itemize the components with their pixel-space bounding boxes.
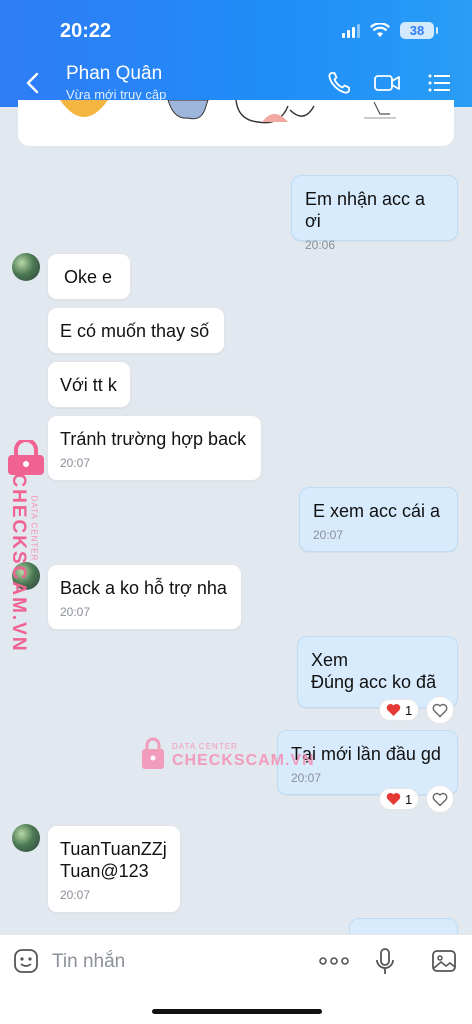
avatar[interactable] — [12, 253, 40, 281]
message-text: TuanTuanZZj Tuan@123 — [60, 839, 167, 881]
status-icons: 38 — [342, 22, 438, 39]
avatar[interactable] — [12, 824, 40, 852]
message-input[interactable]: Tin nhắn — [52, 951, 125, 973]
sticker-icon[interactable] — [12, 947, 40, 975]
battery-indicator: 38 — [400, 22, 438, 39]
message-text: Xem Đúng acc ko đã — [311, 650, 437, 692]
watermark-center: DATA CENTER CHECKSCAM.VN — [140, 736, 314, 772]
watermark-brand: CHECKSCAM.VN — [172, 752, 315, 769]
status-time: 20:22 — [60, 20, 112, 42]
message-time: 20:07 — [60, 888, 91, 902]
message-time: 20:06 — [305, 238, 336, 252]
phone-icon[interactable] — [324, 68, 354, 98]
sticker-preview-card[interactable] — [18, 100, 454, 146]
message-bubble-incoming[interactable]: E có muốn thay số — [47, 307, 225, 354]
wifi-icon — [370, 23, 390, 37]
reaction-badge[interactable]: 1 — [379, 788, 420, 810]
microphone-icon[interactable] — [374, 947, 396, 977]
more-icon[interactable] — [318, 955, 350, 967]
reaction-count: 1 — [405, 791, 413, 807]
message-time: 20:07 — [291, 771, 322, 785]
menu-icon[interactable] — [424, 68, 454, 98]
message-time: 20:07 — [60, 605, 91, 619]
message-text: Với tt k — [60, 375, 117, 395]
signal-icon — [342, 23, 360, 38]
reaction-count: 1 — [405, 702, 413, 718]
like-icon — [432, 703, 448, 717]
message-bubble-incoming[interactable]: Back a ko hỗ trợ nha 20:07 — [47, 564, 242, 630]
chat-header: 20:22 38 Phan Quân Vừa mới truy cập — [0, 0, 472, 107]
message-bubble-incoming[interactable]: Tránh trường hợp back 20:07 — [47, 415, 262, 481]
watermark-label: DATA CENTER — [172, 742, 238, 751]
image-icon[interactable] — [430, 947, 458, 975]
watermark-side: CHECKSCAM.VN DATA CENTER — [4, 440, 52, 653]
heart-icon — [386, 704, 401, 716]
reaction-badge[interactable]: 1 — [379, 699, 420, 721]
message-text: Back a ko hỗ trợ nha — [60, 578, 227, 598]
video-call-icon[interactable] — [372, 68, 402, 98]
heart-icon — [386, 793, 401, 805]
message-input-bar: Tin nhắn — [0, 934, 472, 1024]
contact-name[interactable]: Phan Quân — [66, 63, 162, 85]
like-button[interactable] — [426, 785, 454, 813]
message-text: E xem acc cái a — [313, 501, 441, 521]
home-indicator[interactable] — [152, 1009, 322, 1014]
lock-icon — [142, 737, 164, 769]
message-bubble-incoming[interactable]: Oke e — [47, 253, 131, 300]
message-text: Tránh trường hợp back — [60, 429, 247, 449]
message-bubble-outgoing[interactable]: E xem acc cái a 20:07 — [299, 487, 458, 552]
watermark-brand: CHECKSCAM.VN — [8, 473, 29, 653]
message-time: 20:07 — [313, 528, 344, 542]
message-text: E có muốn thay số — [60, 321, 210, 341]
like-icon — [432, 792, 448, 806]
back-icon[interactable] — [22, 68, 44, 98]
like-button[interactable] — [426, 696, 454, 724]
message-bubble-outgoing[interactable]: Em nhận acc a ơi 20:06 — [291, 175, 458, 252]
watermark-label: DATA CENTER — [29, 495, 39, 562]
message-bubble-incoming[interactable]: Với tt k — [47, 361, 131, 408]
message-text: Oke e — [64, 267, 113, 287]
message-time: 20:07 — [60, 456, 91, 470]
message-text: Em nhận acc a ơi — [305, 189, 426, 231]
message-bubble-incoming[interactable]: TuanTuanZZj Tuan@123 20:07 — [47, 825, 181, 913]
sticker-images — [60, 100, 396, 124]
